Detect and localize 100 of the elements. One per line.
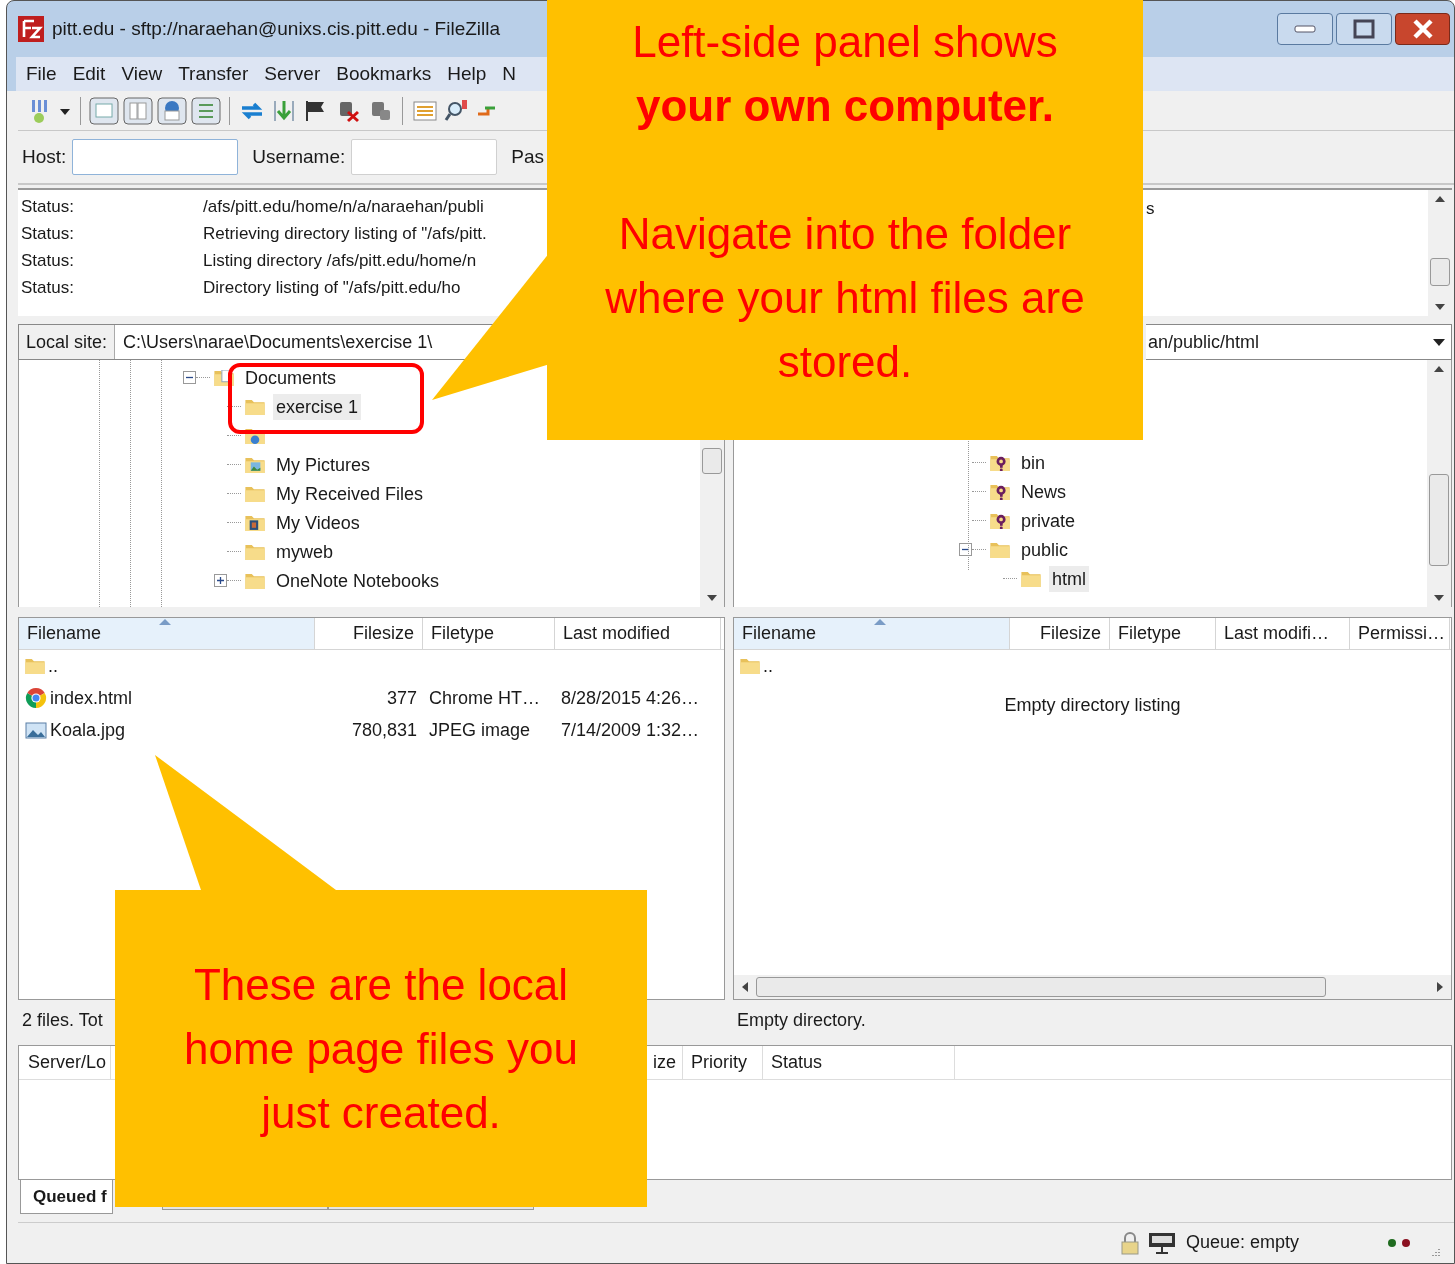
log-label: Status: <box>21 276 75 299</box>
local-status-text: 2 files. Tot <box>22 1008 103 1032</box>
scroll-left-icon[interactable] <box>742 982 748 992</box>
tree-item[interactable]: My Received Files <box>273 480 427 507</box>
column-header[interactable]: Priority <box>683 1046 763 1079</box>
callout-text: Navigate into the folder where your html files are stored. <box>604 208 1086 388</box>
tree-item[interactable]: My Pictures <box>273 451 374 478</box>
log-message: /afs/pitt.edu/home/n/a/naraehan/publi <box>203 195 484 218</box>
menu-item[interactable]: N <box>494 59 525 89</box>
folder-icon <box>245 485 265 502</box>
scrollbar-thumb[interactable] <box>756 977 1326 997</box>
scroll-up-icon[interactable] <box>1434 366 1444 372</box>
empty-listing-message: Empty directory listing <box>1004 694 1181 717</box>
dropdown-caret-icon[interactable] <box>1433 338 1445 346</box>
tree-item[interactable]: OneNote Notebooks <box>273 567 443 594</box>
scrollbar-thumb[interactable] <box>1430 258 1450 286</box>
menu-item[interactable]: Server <box>256 59 329 89</box>
menu-item[interactable]: Edit <box>64 59 114 89</box>
log-message: s <box>1146 198 1155 220</box>
lock-icon <box>1120 1230 1140 1255</box>
callout-text: These are the local home page files you just created. <box>183 958 579 1139</box>
round-logo-icon <box>25 687 47 709</box>
table-cell-text: 780,831 <box>351 718 417 742</box>
menu-item[interactable]: Help <box>439 59 495 89</box>
remote-status-text: Empty directory. <box>737 1008 866 1032</box>
tree-item[interactable]: Documents <box>242 364 340 391</box>
maximize-button[interactable] <box>1336 13 1392 45</box>
host-field[interactable] <box>72 139 239 175</box>
horizontal-scrollbar[interactable] <box>734 975 1451 999</box>
folder-icon <box>245 543 265 560</box>
folder-icon <box>245 572 265 589</box>
table-cell-text: index.html <box>50 686 133 710</box>
server-icon <box>1148 1230 1176 1255</box>
scroll-down-icon[interactable] <box>1435 304 1445 310</box>
tree-item[interactable]: html <box>1049 565 1089 592</box>
table-cell-text: .. <box>48 654 58 678</box>
table-cell-text: 8/28/2015 4:26… <box>561 686 700 710</box>
table-cell-text: JPEG image <box>429 718 531 742</box>
tree-item[interactable]: bin <box>1018 449 1049 476</box>
picture-folder-icon <box>245 456 265 473</box>
remote-site-field[interactable]: an/public/html <box>1146 324 1452 360</box>
scrollbar[interactable] <box>700 440 724 607</box>
local-site-label: Local site: <box>19 325 116 359</box>
column-header[interactable]: Filename <box>734 618 1010 649</box>
scroll-right-icon[interactable] <box>1437 982 1443 992</box>
table-cell-text: Koala.jpg <box>50 718 126 742</box>
queue-toggle-icon[interactable] <box>191 96 221 125</box>
log-message: Directory listing of "/afs/pitt.edu/ho <box>203 276 461 299</box>
column-header[interactable]: Status <box>763 1046 955 1079</box>
scrollbar[interactable] <box>1428 190 1452 316</box>
field-label: Host: <box>22 144 67 169</box>
field-label: Pas <box>511 144 545 169</box>
folder-icon <box>990 541 1010 558</box>
scrollbar-thumb[interactable] <box>702 448 722 474</box>
folder-icon <box>25 658 45 674</box>
table-cell-text: Chrome HT… <box>429 686 540 710</box>
queue-status-text: Queue: empty <box>1186 1231 1301 1254</box>
scroll-up-icon[interactable] <box>1435 196 1445 202</box>
scroll-down-icon[interactable] <box>707 595 717 601</box>
column-header[interactable]: Filename <box>19 618 315 649</box>
unknown-folder-icon <box>990 483 1010 500</box>
username-field[interactable] <box>351 139 498 175</box>
expand-toggle[interactable] <box>214 574 227 587</box>
local-site-path[interactable]: C:\Users\narae\Documents\exercise 1\ <box>115 325 441 359</box>
menu-item[interactable]: Transfer <box>170 59 257 89</box>
maximize-icon <box>1353 19 1375 39</box>
remote-site-path: an/public/html <box>1148 330 1261 354</box>
log-label: Status: <box>21 249 75 272</box>
folder-icon <box>740 658 760 674</box>
tree-item[interactable]: private <box>1018 507 1079 534</box>
column-header[interactable]: Server/Lo <box>19 1046 111 1079</box>
scroll-down-icon[interactable] <box>1434 595 1444 601</box>
sort-arrow-icon <box>159 619 171 625</box>
tree-item[interactable]: public <box>1018 536 1072 563</box>
unknown-folder-icon <box>990 454 1010 471</box>
tree-item[interactable]: exercise 1 <box>273 393 362 420</box>
close-button[interactable] <box>1395 13 1450 45</box>
tree-item[interactable]: myweb <box>273 538 336 565</box>
callout-text: Left-side panel shows your own computer. <box>632 16 1058 132</box>
app-logo-icon <box>18 16 44 42</box>
menu-item[interactable]: File <box>18 59 65 89</box>
scrollbar[interactable] <box>1427 360 1451 607</box>
minimize-button[interactable] <box>1277 13 1333 45</box>
field-label: Username: <box>252 144 346 169</box>
collapse-toggle[interactable] <box>959 543 972 556</box>
panel-toggle-icon[interactable] <box>123 96 153 125</box>
collapse-toggle[interactable] <box>183 371 196 384</box>
unknown-folder-icon <box>990 512 1010 529</box>
log-label: Status: <box>21 195 75 218</box>
menu-item[interactable]: View <box>113 59 171 89</box>
tree-item[interactable]: News <box>1018 478 1069 505</box>
video-folder-icon <box>245 514 265 531</box>
tree-item[interactable]: My Videos <box>273 509 363 536</box>
menu-item[interactable]: Bookmarks <box>328 59 440 89</box>
table-cell-text: .. <box>763 654 773 678</box>
queue-tab[interactable]: Queued f <box>20 1180 113 1214</box>
log-message: Retrieving directory listing of "/afs/pitt. <box>203 222 487 245</box>
scrollbar-thumb[interactable] <box>1429 474 1449 566</box>
folder-icon <box>245 398 265 415</box>
sort-arrow-icon <box>874 619 886 625</box>
